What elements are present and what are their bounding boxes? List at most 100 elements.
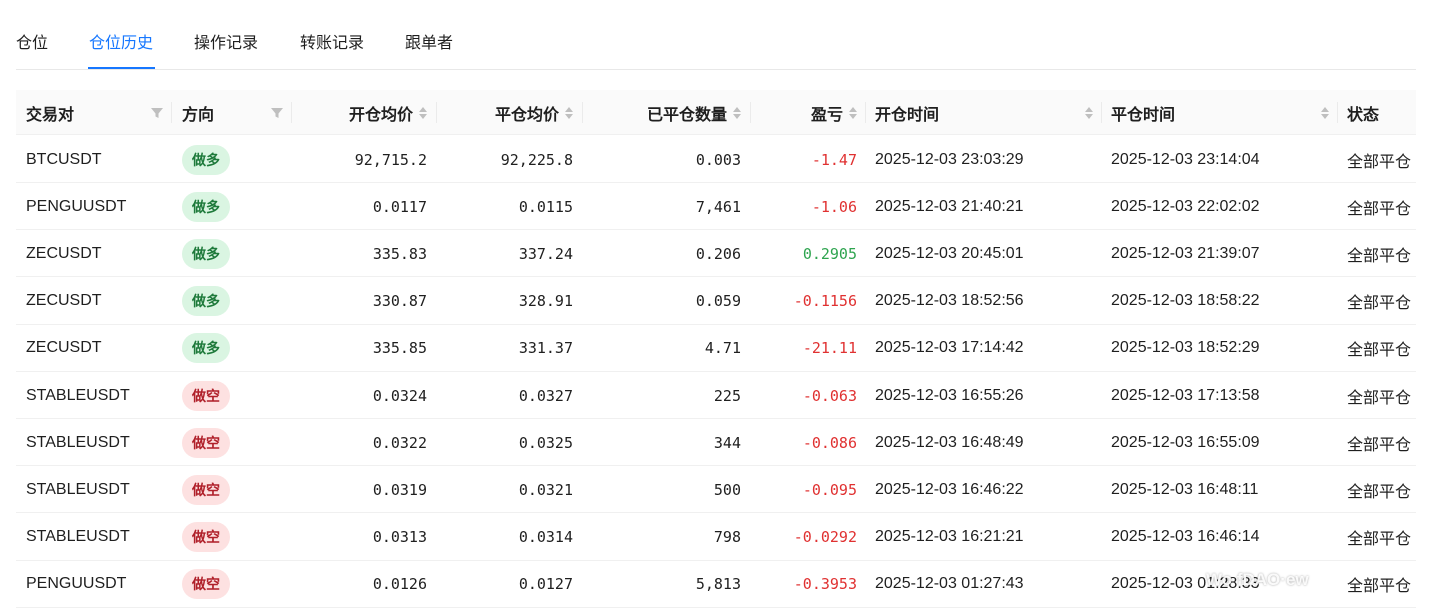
cell-open-avg: 330.87 <box>372 292 427 311</box>
column-header-close-avg[interactable]: 平仓均价 <box>446 90 573 135</box>
direction-badge: 做多 <box>182 333 230 364</box>
cell-pair: STABLEUSDT <box>26 386 130 404</box>
cell-open-time: 2025-12-03 18:52:56 <box>875 292 1024 310</box>
direction-badge: 做空 <box>182 569 230 600</box>
cell-pnl: 0.2905 <box>802 244 857 263</box>
cell-pair: BTCUSDT <box>26 150 102 168</box>
cell-closed-qty: 0.003 <box>695 150 741 169</box>
cell-direction: 做多 <box>182 183 282 230</box>
direction-badge: 做空 <box>182 474 230 505</box>
filter-icon[interactable] <box>150 106 164 120</box>
column-label-close-time: 平仓时间 <box>1111 106 1176 124</box>
cell-open-avg: 0.0319 <box>372 480 427 499</box>
cell-direction: 做多 <box>182 136 282 183</box>
direction-badge: 做多 <box>182 238 230 269</box>
cell-open-time: 2025-12-03 16:48:49 <box>875 433 1024 451</box>
cell-pair: STABLEUSDT <box>26 528 130 546</box>
column-header-open-avg[interactable]: 开仓均价 <box>301 90 427 135</box>
cell-direction: 做多 <box>182 278 282 325</box>
column-divider <box>865 102 866 123</box>
table-row[interactable]: STABLEUSDT 做空 0.0324 0.0327 225 -0.063 2025-12… <box>16 372 1416 419</box>
cell-open-time: 2025-12-03 21:40:21 <box>875 197 1024 215</box>
cell-pair: ZECUSDT <box>26 244 102 262</box>
column-divider <box>436 102 437 123</box>
tab-transfer-log[interactable]: 转账记录 <box>300 34 364 54</box>
filter-icon[interactable] <box>270 106 284 120</box>
table-row[interactable]: STABLEUSDT 做空 0.0319 0.0321 500 -0.095 2025-12… <box>16 466 1416 514</box>
cell-close-time: 2025-12-03 17:13:58 <box>1111 386 1260 404</box>
cell-open-time: 2025-12-03 16:21:21 <box>875 528 1024 546</box>
cell-pnl: -1.47 <box>811 150 857 169</box>
sort-icon[interactable] <box>1085 106 1093 119</box>
cell-close-time: 2025-12-03 16:46:14 <box>1111 528 1260 546</box>
sort-icon[interactable] <box>733 106 741 119</box>
cell-close-time: 2025-12-03 23:14:04 <box>1111 150 1260 168</box>
cell-close-avg: 0.0327 <box>518 386 573 405</box>
cell-close-avg: 337.24 <box>518 244 573 263</box>
cell-close-avg: 0.0115 <box>518 197 573 216</box>
cell-pnl: -0.063 <box>802 386 857 405</box>
sort-icon[interactable] <box>849 106 857 119</box>
cell-direction: 做多 <box>182 325 282 372</box>
sort-icon[interactable] <box>565 106 573 119</box>
cell-direction: 做空 <box>182 372 282 419</box>
table-row[interactable]: STABLEUSDT 做空 0.0322 0.0325 344 -0.086 2025-12… <box>16 419 1416 467</box>
cell-open-avg: 0.0126 <box>372 575 427 594</box>
direction-badge: 做空 <box>182 522 230 553</box>
table-header: 交易对 方向 开仓均价 平仓均价 已平仓数量 盈亏 开仓时间 平仓时间 状态 <box>16 90 1416 135</box>
column-header-closed-qty[interactable]: 已平仓数量 <box>592 90 741 135</box>
column-header-pair[interactable]: 交易对 <box>26 90 164 135</box>
cell-status: 全部平仓 <box>1347 342 1412 360</box>
watermark: Wo fDAO·ew <box>1206 570 1309 589</box>
cell-close-time: 2025-12-03 21:39:07 <box>1111 244 1260 262</box>
table-row[interactable]: BTCUSDT 做多 92,715.2 92,225.8 0.003 -1.47 2025-… <box>16 136 1416 183</box>
cell-open-avg: 92,715.2 <box>354 150 427 169</box>
cell-pnl: -0.3953 <box>793 575 857 594</box>
column-header-pnl[interactable]: 盈亏 <box>761 90 857 135</box>
column-label-open-avg: 开仓均价 <box>348 106 413 124</box>
table-row[interactable]: ZECUSDT 做多 335.85 331.37 4.71 -21.11 2025-12-0… <box>16 325 1416 372</box>
sort-icon[interactable] <box>419 106 427 119</box>
tab-positions[interactable]: 仓位 <box>16 34 48 54</box>
tab-followers[interactable]: 跟单者 <box>405 34 453 54</box>
tab-position-history[interactable]: 仓位历史 <box>89 34 153 54</box>
cell-pair: ZECUSDT <box>26 339 102 357</box>
cell-pair: STABLEUSDT <box>26 433 130 451</box>
cell-closed-qty: 5,813 <box>695 575 741 594</box>
cell-closed-qty: 225 <box>713 386 741 405</box>
cell-close-avg: 0.0314 <box>518 528 573 547</box>
cell-closed-qty: 4.71 <box>704 339 741 358</box>
column-divider <box>1337 102 1338 123</box>
table-row[interactable]: ZECUSDT 做多 330.87 328.91 0.059 -0.1156 2025-12… <box>16 278 1416 325</box>
cell-close-avg: 0.0321 <box>518 480 573 499</box>
cell-status: 全部平仓 <box>1347 153 1412 171</box>
column-header-close-time[interactable]: 平仓时间 <box>1111 90 1329 135</box>
cell-open-time: 2025-12-03 23:03:29 <box>875 150 1024 168</box>
column-label-closed-qty: 已平仓数量 <box>646 106 727 124</box>
cell-open-avg: 0.0324 <box>372 386 427 405</box>
cell-status: 全部平仓 <box>1347 200 1412 218</box>
column-divider <box>582 102 583 123</box>
cell-status: 全部平仓 <box>1347 247 1412 265</box>
column-label-pair: 交易对 <box>26 106 75 124</box>
cell-open-time: 2025-12-03 20:45:01 <box>875 244 1024 262</box>
cell-direction: 做空 <box>182 561 282 608</box>
cell-close-time: 2025-12-03 16:48:11 <box>1111 480 1259 498</box>
table-row[interactable]: ZECUSDT 做多 335.83 337.24 0.206 0.2905 2025-12-… <box>16 230 1416 278</box>
cell-closed-qty: 344 <box>713 433 741 452</box>
table-row[interactable]: PENGUUSDT 做多 0.0117 0.0115 7,461 -1.06 2025-12… <box>16 183 1416 231</box>
tab-operation-log[interactable]: 操作记录 <box>194 34 258 54</box>
table-row[interactable]: STABLEUSDT 做空 0.0313 0.0314 798 -0.0292 2025-1… <box>16 514 1416 561</box>
cell-closed-qty: 7,461 <box>695 197 741 216</box>
cell-pair: STABLEUSDT <box>26 480 130 498</box>
cell-close-avg: 331.37 <box>518 339 573 358</box>
cell-open-avg: 335.85 <box>372 339 427 358</box>
column-header-direction[interactable]: 方向 <box>182 90 284 135</box>
column-label-status: 状态 <box>1347 106 1380 124</box>
cell-closed-qty: 0.059 <box>695 292 741 311</box>
column-header-open-time[interactable]: 开仓时间 <box>875 90 1093 135</box>
cell-open-avg: 0.0117 <box>372 197 427 216</box>
cell-close-avg: 0.0127 <box>518 575 573 594</box>
cell-close-time: 2025-12-03 16:55:09 <box>1111 433 1260 451</box>
sort-icon[interactable] <box>1321 106 1329 119</box>
